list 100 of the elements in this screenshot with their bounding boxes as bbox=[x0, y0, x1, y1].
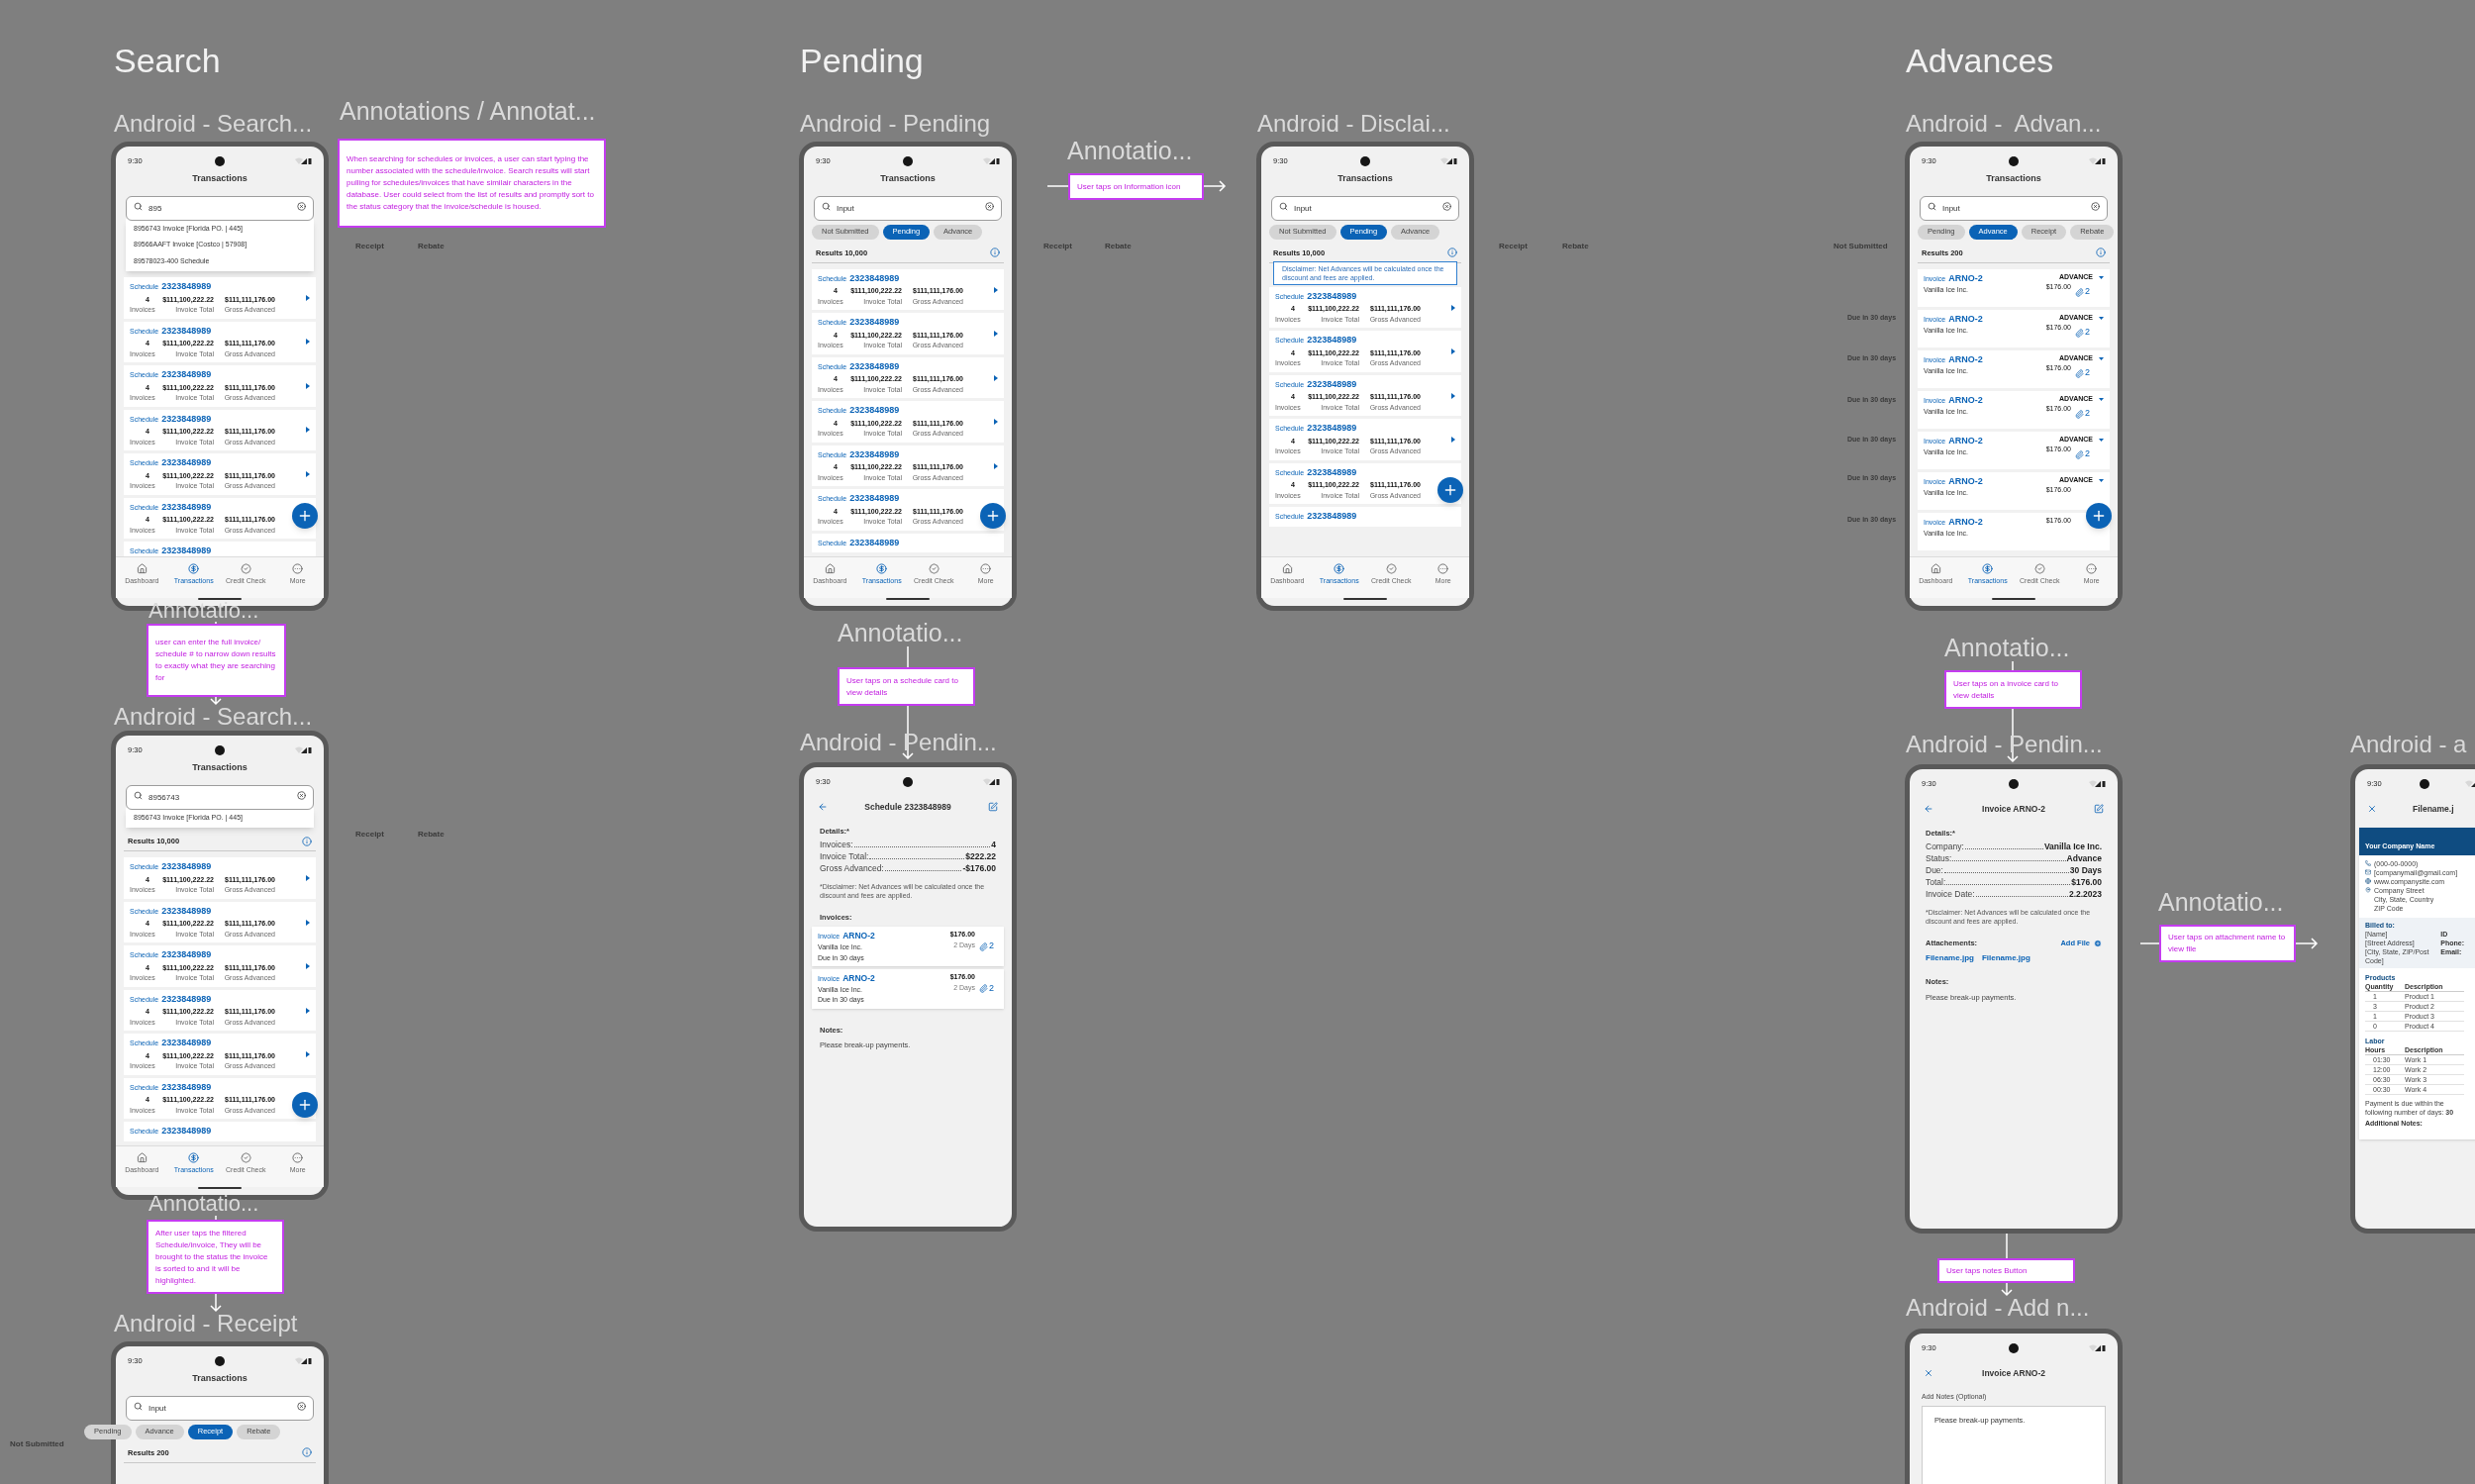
annotation-title: Annotatio... bbox=[2158, 890, 2284, 915]
search-icon bbox=[134, 201, 143, 211]
file-link[interactable]: Filename.jpg bbox=[1981, 952, 2030, 965]
plus-icon bbox=[297, 1097, 313, 1113]
chevron-icon bbox=[1451, 348, 1455, 354]
home-icon bbox=[1930, 562, 1941, 574]
schedule-number: 2323848989 bbox=[849, 271, 900, 285]
detail-label: Company: bbox=[1926, 841, 1964, 852]
more-icon bbox=[292, 562, 304, 574]
back-icon[interactable] bbox=[818, 802, 828, 813]
info-icon[interactable] bbox=[2096, 247, 2106, 258]
caret-down-icon[interactable] bbox=[2099, 478, 2104, 482]
badge-check-icon bbox=[240, 562, 251, 574]
edit-icon[interactable] bbox=[988, 802, 998, 813]
status-icons-drawing bbox=[295, 1357, 312, 1365]
search-icon bbox=[134, 790, 143, 800]
chevron-icon bbox=[306, 1007, 310, 1014]
file-link[interactable]: Filename.jpg bbox=[1926, 952, 1974, 965]
caret-down-icon[interactable] bbox=[2099, 438, 2104, 442]
frame-title: Android - a bbox=[2350, 733, 2467, 756]
home-icon bbox=[1281, 562, 1293, 574]
chevron-icon bbox=[994, 286, 998, 293]
connector-line bbox=[1046, 185, 1069, 187]
info-icon[interactable] bbox=[302, 836, 312, 846]
dollar-icon bbox=[876, 562, 888, 574]
close-icon[interactable] bbox=[2367, 804, 2377, 815]
invoice-number: ARNO-2 bbox=[1948, 474, 1983, 488]
detail-label: Invoices: bbox=[820, 839, 853, 850]
dollar-icon bbox=[188, 562, 200, 574]
badge-check-icon bbox=[1385, 562, 1397, 574]
status-icons-drawing bbox=[983, 157, 1000, 165]
clear-icon[interactable] bbox=[2091, 201, 2100, 211]
info-icon[interactable] bbox=[302, 1447, 312, 1458]
paperclip-icon bbox=[2075, 287, 2084, 297]
connector-line bbox=[2012, 660, 2014, 671]
connector-arrow bbox=[2001, 1282, 2013, 1297]
clear-icon[interactable] bbox=[297, 790, 306, 800]
more-icon bbox=[1437, 562, 1449, 574]
schedule-number: 2323848989 bbox=[161, 280, 212, 293]
schedule-number: 2323848989 bbox=[849, 447, 900, 461]
caret-down-icon[interactable] bbox=[2099, 356, 2104, 360]
caret-down-icon[interactable] bbox=[2099, 316, 2104, 320]
chevron-icon bbox=[306, 427, 310, 434]
detail-value: $222.22 bbox=[965, 850, 996, 862]
search-icon bbox=[1279, 201, 1288, 211]
search-field[interactable]: Input bbox=[1920, 195, 2108, 221]
schedule-number: 2323848989 bbox=[849, 316, 900, 330]
search-field[interactable]: Input bbox=[1271, 195, 1459, 221]
screen-title: Transactions bbox=[191, 1372, 248, 1385]
search-field[interactable]: 895 bbox=[126, 195, 314, 221]
frame-title: Android - Add n... bbox=[1906, 1296, 2090, 1320]
schedule-number: 2323848989 bbox=[161, 948, 212, 962]
search-field[interactable]: Input bbox=[126, 1395, 314, 1421]
home-indicator bbox=[198, 598, 242, 600]
offscreen-label: Receipt bbox=[1499, 241, 1528, 252]
home-indicator bbox=[1343, 598, 1387, 600]
schedule-number: 2323848989 bbox=[161, 368, 212, 381]
search-icon bbox=[134, 1401, 143, 1411]
schedule-number: 2323848989 bbox=[161, 544, 212, 556]
dollar-icon bbox=[1982, 562, 1994, 574]
clear-icon[interactable] bbox=[985, 201, 994, 211]
status-icons-drawing bbox=[295, 746, 312, 754]
chevron-icon bbox=[306, 919, 310, 926]
section-title: Search bbox=[114, 44, 221, 77]
screen-title: Transactions bbox=[879, 172, 937, 185]
home-indicator bbox=[198, 1187, 242, 1189]
screen-title: Transactions bbox=[1336, 172, 1394, 185]
info-icon[interactable] bbox=[1447, 247, 1457, 258]
annotation-title: Annotatio... bbox=[1944, 636, 2070, 660]
info-icon[interactable] bbox=[990, 247, 1000, 258]
caret-down-icon[interactable] bbox=[2099, 275, 2104, 279]
detail-value: Vanilla Ice Inc. bbox=[2043, 841, 2102, 852]
screen-title: Invoice ARNO-2 bbox=[1981, 803, 2046, 816]
search-field[interactable]: 8956743 bbox=[126, 784, 314, 810]
clear-icon[interactable] bbox=[297, 1401, 306, 1411]
connector-arrow bbox=[2295, 938, 2319, 949]
caret-down-icon[interactable] bbox=[2099, 397, 2104, 401]
clear-icon[interactable] bbox=[297, 201, 306, 211]
dollar-icon bbox=[1334, 562, 1345, 574]
chevron-icon bbox=[1451, 437, 1455, 443]
annotation-title: Annotatio... bbox=[838, 621, 963, 645]
chevron-icon bbox=[306, 339, 310, 346]
invoice-number: ARNO-2 bbox=[842, 972, 875, 985]
screen-title: Schedule 2323848989 bbox=[863, 801, 952, 814]
annotation-title: Annotatio... bbox=[1067, 139, 1193, 163]
schedule-number: 2323848989 bbox=[161, 904, 212, 918]
edit-icon[interactable] bbox=[2094, 804, 2104, 815]
close-icon[interactable] bbox=[1924, 1368, 1933, 1379]
detail-label: Due: bbox=[1926, 864, 1943, 876]
connector-arrow bbox=[210, 1293, 222, 1313]
detail-label: Status: bbox=[1926, 852, 1952, 864]
schedule-number: 2323848989 bbox=[849, 536, 900, 549]
schedule-number: 2323848989 bbox=[1307, 377, 1357, 391]
section-title: Pending bbox=[800, 44, 924, 77]
schedule-number: 2323848989 bbox=[1307, 334, 1357, 347]
annotation-note: User taps on attachment name to view file bbox=[2159, 925, 2296, 962]
search-field[interactable]: Input bbox=[814, 195, 1002, 221]
back-icon[interactable] bbox=[1924, 804, 1933, 815]
clear-icon[interactable] bbox=[1442, 201, 1451, 211]
schedule-number: 2323848989 bbox=[161, 860, 212, 874]
